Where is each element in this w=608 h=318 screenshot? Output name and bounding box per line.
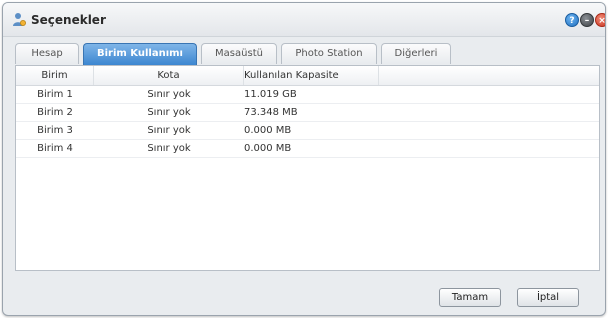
table-row[interactable]: Birim 4 Sınır yok 0.000 MB [16,140,599,158]
close-button[interactable]: × [595,13,605,27]
cell-volume: Birim 2 [37,107,73,118]
tab-digerleri[interactable]: Diğerleri [381,43,451,64]
cell-used-capacity: 73.348 MB [244,107,298,118]
cancel-button[interactable]: İptal [517,288,579,307]
cell-used-capacity: 0.000 MB [244,125,292,136]
table-row[interactable]: Birim 1 Sınır yok 11.019 GB [16,86,599,104]
options-dialog: Seçenekler ? – × Hesap Birim Kullanımı M… [2,2,606,316]
cell-quota: Sınır yok [147,107,191,118]
cell-quota: Sınır yok [147,89,191,100]
tab-hesap[interactable]: Hesap [15,43,79,64]
tab-birim-kullanimi[interactable]: Birim Kullanımı [83,43,197,65]
tab-masaustu[interactable]: Masaüstü [201,43,277,64]
table-row[interactable]: Birim 3 Sınır yok 0.000 MB [16,122,599,140]
column-header-kota[interactable]: Kota [94,66,244,85]
dialog-title: Seçenekler [31,13,106,27]
dialog-footer: Tamam İptal [3,273,605,315]
cell-quota: Sınır yok [147,143,191,154]
cell-volume: Birim 1 [37,89,73,100]
column-header-birim[interactable]: Birim [16,66,94,85]
user-settings-icon [13,13,26,26]
cell-used-capacity: 11.019 GB [244,89,297,100]
title-bar[interactable]: Seçenekler ? – × [3,3,605,37]
table-row[interactable]: Birim 2 Sınır yok 73.348 MB [16,104,599,122]
cell-volume: Birim 4 [37,143,73,154]
table-header: Birim Kota Kullanılan Kapasite [16,66,599,86]
tab-photo-station[interactable]: Photo Station [281,43,377,64]
ok-button[interactable]: Tamam [439,288,501,307]
cell-used-capacity: 0.000 MB [244,143,292,154]
volume-usage-panel: Birim Kota Kullanılan Kapasite Birim 1 S… [15,65,600,271]
cell-volume: Birim 3 [37,125,73,136]
cell-quota: Sınır yok [147,125,191,136]
minimize-button[interactable]: – [580,13,594,27]
column-header-kapasite[interactable]: Kullanılan Kapasite [244,66,379,85]
help-button[interactable]: ? [565,13,579,27]
